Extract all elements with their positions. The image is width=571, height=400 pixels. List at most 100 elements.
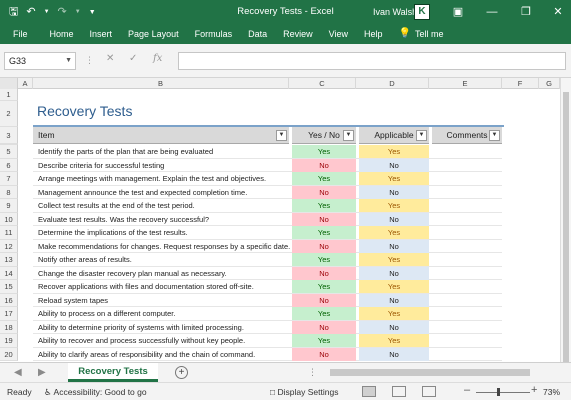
tab-help[interactable]: Help (356, 24, 391, 44)
item-cell[interactable]: Ability to determine priority of systems… (38, 321, 244, 334)
column-header-e[interactable]: E (429, 78, 502, 89)
undo-dropdown-icon[interactable]: ▼ (44, 9, 50, 15)
redo-dropdown-icon[interactable]: ▼ (75, 9, 81, 15)
applicable-cell[interactable]: Yes (359, 253, 429, 266)
comments-cell[interactable] (432, 240, 502, 253)
column-header-g[interactable]: G (539, 78, 560, 89)
horizontal-scroll-thumb[interactable] (330, 369, 530, 376)
applicable-cell[interactable]: No (359, 320, 429, 334)
tab-split-handle[interactable]: ⋮ (308, 367, 317, 378)
comments-cell[interactable] (432, 159, 502, 172)
insert-function-icon[interactable]: fx (153, 53, 162, 64)
row-header-1[interactable]: 1 (0, 89, 18, 101)
yes-no-cell[interactable]: Yes (292, 199, 356, 212)
sheet-next-icon[interactable]: ▶ (38, 367, 46, 378)
yes-no-cell[interactable]: Yes (292, 172, 356, 185)
tab-data[interactable]: Data (240, 24, 275, 44)
formula-input[interactable] (178, 52, 566, 70)
item-cell[interactable]: Identify the parts of the plan that are … (38, 145, 213, 158)
applicable-cell[interactable]: No (359, 266, 429, 280)
accessibility-status[interactable]: ♿ Accessibility: Good to go (44, 387, 147, 398)
comments-cell[interactable] (432, 253, 502, 266)
tab-formulas[interactable]: Formulas (187, 24, 241, 44)
row-header[interactable]: 8 (0, 185, 18, 199)
zoom-out-icon[interactable]: – (464, 384, 470, 396)
comments-cell[interactable] (432, 334, 502, 347)
row-header[interactable]: 16 (0, 293, 18, 307)
row-header[interactable]: 18 (0, 320, 18, 334)
item-cell[interactable]: Management announce the test and expecte… (38, 186, 247, 199)
row-header[interactable]: 15 (0, 280, 18, 294)
column-header-d[interactable]: D (356, 78, 429, 89)
avatar[interactable]: K (414, 4, 430, 20)
row-header[interactable]: 14 (0, 266, 18, 280)
applicable-cell[interactable]: Yes (359, 334, 429, 347)
zoom-level[interactable]: 73% (543, 387, 560, 397)
comments-cell[interactable] (432, 226, 502, 239)
comments-cell[interactable] (432, 321, 502, 334)
applicable-cell[interactable]: No (359, 293, 429, 307)
enter-icon[interactable]: ✓ (129, 53, 137, 64)
filter-dropdown-icon[interactable]: ▼ (416, 130, 427, 141)
yes-no-cell[interactable]: Yes (292, 280, 356, 293)
vertical-scrollbar[interactable] (560, 78, 571, 362)
item-cell[interactable]: Notify other areas of results. (38, 253, 132, 266)
customize-qat-icon[interactable]: ▼ (89, 9, 96, 16)
item-cell[interactable]: Ability to clarify areas of responsibili… (38, 348, 255, 361)
display-settings-button[interactable]: □ Display Settings (270, 387, 338, 397)
zoom-in-icon[interactable]: + (531, 384, 537, 396)
minimize-icon[interactable]: — (480, 0, 504, 24)
filter-dropdown-icon[interactable]: ▼ (276, 130, 287, 141)
yes-no-cell[interactable]: No (292, 347, 356, 361)
item-cell[interactable]: Recover applications with files and docu… (38, 280, 254, 293)
row-header-3[interactable]: 3 (0, 127, 18, 144)
yes-no-cell[interactable]: No (292, 239, 356, 253)
zoom-slider[interactable] (476, 392, 530, 393)
close-icon[interactable]: ✕ (546, 0, 570, 24)
restore-icon[interactable]: ❐ (514, 0, 538, 24)
row-header-2[interactable]: 2 (0, 101, 18, 127)
row-header[interactable]: 11 (0, 226, 18, 240)
redo-icon[interactable]: ↷ (58, 6, 67, 18)
cancel-icon[interactable]: ✕ (106, 53, 114, 64)
yes-no-cell[interactable]: No (292, 185, 356, 199)
comments-cell[interactable] (432, 280, 502, 293)
applicable-cell[interactable]: Yes (359, 172, 429, 185)
comments-cell[interactable] (432, 145, 502, 158)
yes-no-cell[interactable]: Yes (292, 145, 356, 158)
ribbon-display-icon[interactable]: ▣ (446, 0, 470, 24)
tab-page-layout[interactable]: Page Layout (120, 24, 187, 44)
item-cell[interactable]: Evaluate test results. Was the recovery … (38, 213, 209, 226)
yes-no-cell[interactable]: No (292, 293, 356, 307)
row-header[interactable]: 10 (0, 212, 18, 226)
comments-cell[interactable] (432, 213, 502, 226)
comments-cell[interactable] (432, 267, 502, 280)
filter-dropdown-icon[interactable]: ▼ (489, 130, 500, 141)
applicable-cell[interactable]: Yes (359, 226, 429, 239)
tab-home[interactable]: Home (36, 24, 82, 44)
tell-me-search[interactable]: 💡 Tell me (391, 24, 452, 44)
applicable-cell[interactable]: No (359, 212, 429, 226)
item-cell[interactable]: Ability to recover and process successfu… (38, 334, 245, 347)
page-break-view-icon[interactable] (422, 386, 436, 397)
applicable-cell[interactable]: Yes (359, 280, 429, 293)
select-all-corner[interactable] (0, 78, 18, 89)
row-header[interactable]: 9 (0, 199, 18, 213)
tab-file[interactable]: File (0, 24, 36, 44)
tab-review[interactable]: Review (275, 24, 321, 44)
yes-no-cell[interactable]: Yes (292, 226, 356, 239)
zoom-slider-handle[interactable] (497, 388, 500, 396)
applicable-cell[interactable]: Yes (359, 307, 429, 320)
yes-no-cell[interactable]: No (292, 266, 356, 280)
comments-cell[interactable] (432, 172, 502, 185)
undo-icon[interactable]: ↶ (26, 6, 35, 18)
row-header[interactable]: 6 (0, 158, 18, 172)
comments-cell[interactable] (432, 199, 502, 212)
vertical-scroll-thumb[interactable] (563, 92, 569, 362)
applicable-cell[interactable]: No (359, 158, 429, 172)
item-cell[interactable]: Make recommendations for changes. Reques… (38, 240, 290, 253)
worksheet-grid[interactable]: A B C D E F G 1 2 3 Recovery Tests Item … (0, 78, 560, 362)
user-name[interactable]: Ivan Walsh (373, 0, 417, 24)
tab-view[interactable]: View (321, 24, 356, 44)
row-header[interactable]: 19 (0, 334, 18, 348)
